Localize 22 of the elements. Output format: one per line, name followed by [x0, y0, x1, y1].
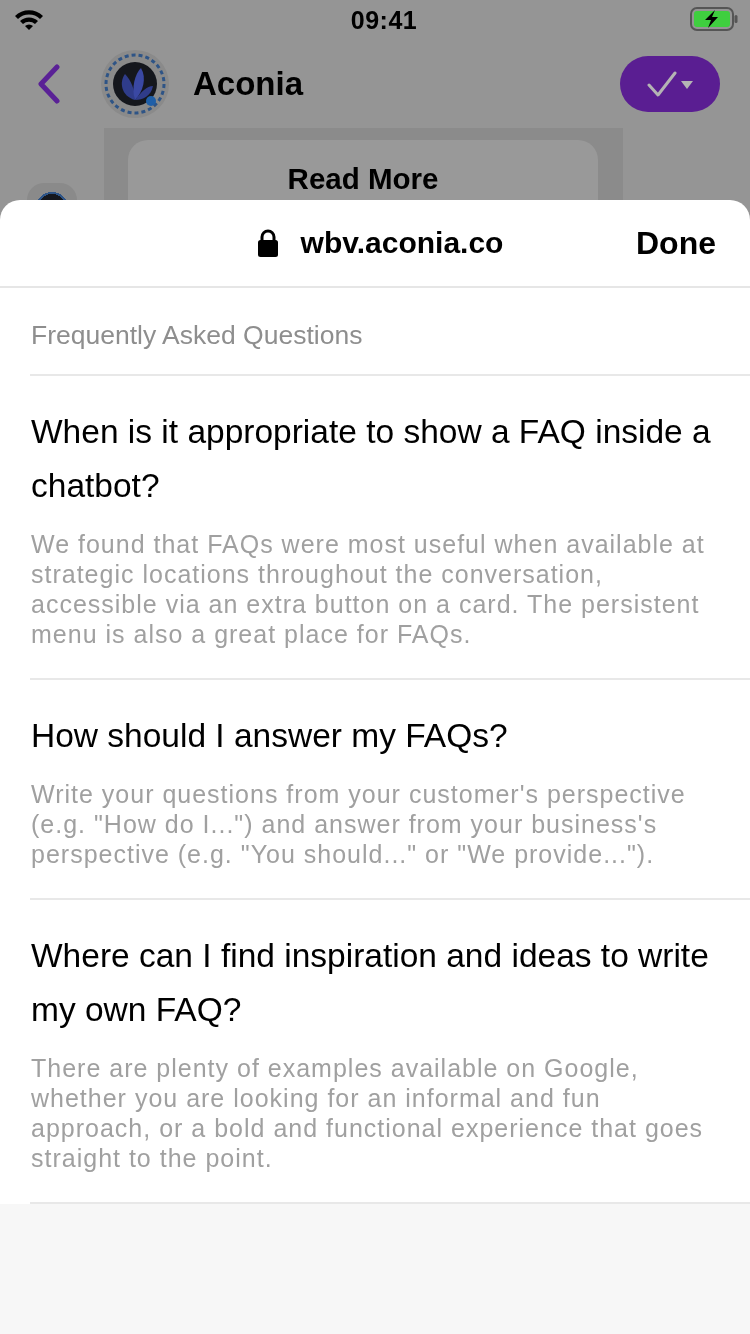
chat-title: Aconia — [193, 65, 304, 103]
back-button[interactable] — [36, 64, 62, 104]
lock-icon — [256, 229, 279, 257]
faq-answer: Write your questions from your customer's perspective (e.g. "How do I...") and answer from your business's perspective (e.g. "You should..." or "We provide..."). — [31, 779, 687, 869]
read-more-button[interactable]: Read More — [128, 140, 598, 200]
status-time: 09:41 — [350, 5, 418, 35]
done-button[interactable]: Done — [636, 224, 716, 262]
avatar-icon — [27, 183, 77, 200]
faq-heading: Frequently Asked Questions — [31, 320, 363, 350]
faq-question: How should I answer my FAQs? — [31, 716, 509, 756]
battery-charging-icon — [690, 7, 738, 31]
leaf-logo-icon — [101, 50, 169, 118]
wifi-icon — [14, 8, 44, 30]
chevron-left-icon — [36, 64, 62, 104]
url-label: wbv.aconia.co — [300, 226, 504, 260]
check-menu-button[interactable] — [620, 56, 720, 112]
faq-answer: There are plenty of examples available on Google, whether you are looking for an informal and fun approach, or a bold and functional experience that goes straight to the point. — [31, 1053, 705, 1173]
caret-down-icon — [681, 81, 693, 89]
faq-answer: We found that FAQs were most useful when available at strategic locations throughout the conversation, accessible via an extra button on a card. The persistent menu is also a great place for FAQs. — [31, 529, 706, 649]
faq-question: When is it appropriate to show a FAQ inside a chatbot? — [31, 412, 712, 506]
check-icon — [647, 71, 677, 97]
faq-question: Where can I find inspiration and ideas to write my own FAQ? — [31, 936, 710, 1030]
